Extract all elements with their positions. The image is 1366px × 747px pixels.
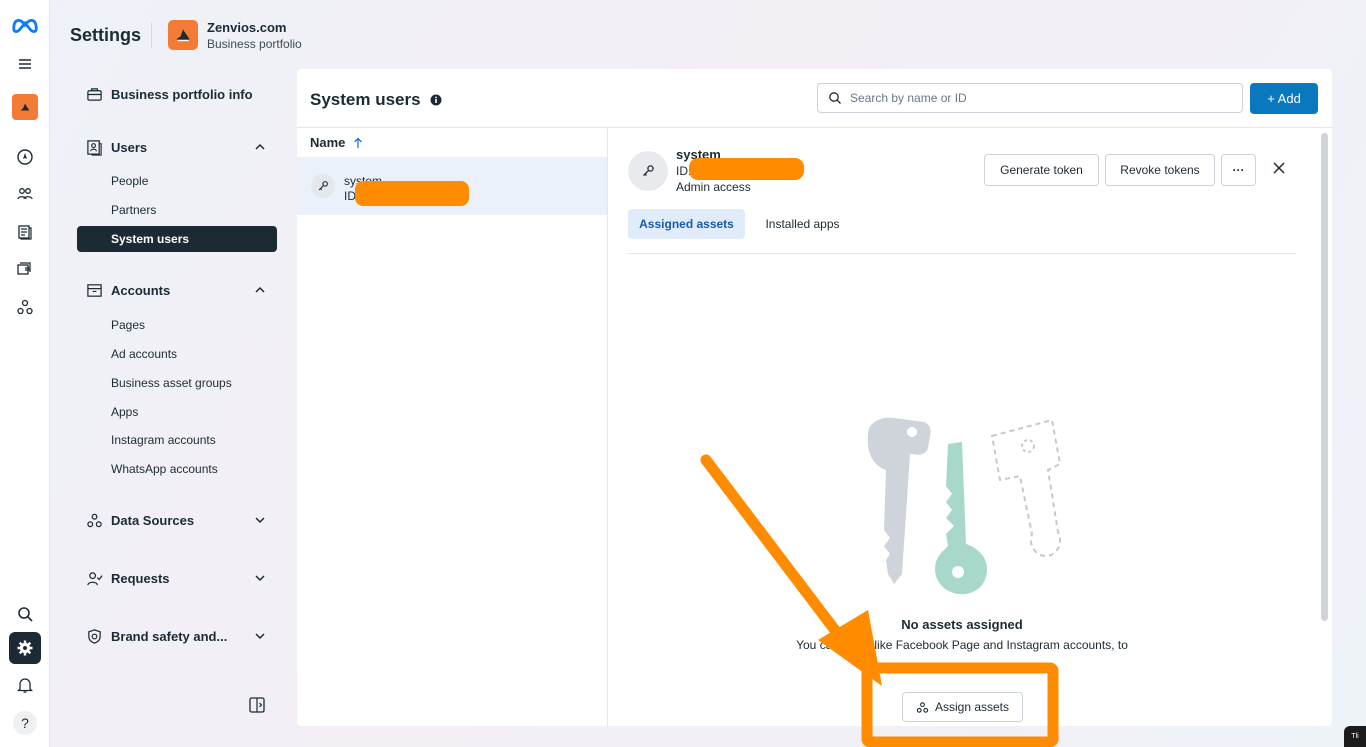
- settings-icon[interactable]: [9, 632, 41, 664]
- search-input[interactable]: Search by name or ID: [817, 83, 1243, 113]
- outline-key-icon: [990, 418, 1062, 558]
- section-title: System users: [310, 90, 442, 110]
- nav-label: Accounts: [111, 282, 171, 298]
- pages-icon[interactable]: [9, 216, 41, 248]
- nav-label: Users: [111, 139, 148, 155]
- collapse-sidebar-icon[interactable]: [248, 696, 266, 714]
- table-row[interactable]: system ID: [297, 157, 607, 215]
- grey-key-icon: [867, 417, 931, 584]
- network-icon[interactable]: [9, 291, 41, 323]
- nav-users[interactable]: Users: [84, 137, 274, 157]
- nav-business-portfolio-info[interactable]: Business portfolio info: [84, 84, 274, 104]
- shield-icon: [84, 626, 104, 646]
- page-title: Settings: [70, 25, 142, 45]
- data-sources-icon: [84, 510, 104, 530]
- assets-icon: [916, 701, 929, 713]
- business-subtitle: Business portfolio: [207, 37, 302, 51]
- nav-label: Business portfolio info: [111, 86, 253, 102]
- nav-label: Data Sources: [111, 512, 195, 528]
- redaction-box: [689, 158, 804, 180]
- revoke-tokens-button[interactable]: Revoke tokens: [1105, 154, 1215, 186]
- requests-icon: [84, 568, 104, 588]
- help-label: ?: [13, 711, 37, 735]
- chevron-down-icon: [255, 575, 265, 582]
- chevron-up-icon: [255, 143, 265, 150]
- nav-instagram-accounts[interactable]: Instagram accounts: [111, 433, 216, 447]
- more-options-button[interactable]: ···: [1221, 154, 1256, 186]
- add-button[interactable]: + Add: [1250, 83, 1318, 114]
- tab-assigned-assets[interactable]: Assigned assets: [628, 209, 745, 239]
- redaction-box: [355, 181, 469, 206]
- empty-state-title: No assets assigned: [901, 617, 1023, 632]
- nav-accounts[interactable]: Accounts: [84, 280, 274, 300]
- chevron-up-icon: [255, 286, 265, 293]
- users-icon: [84, 137, 104, 157]
- nav-people[interactable]: People: [111, 174, 148, 188]
- divider: [297, 127, 1332, 128]
- sort-ascending-icon: [354, 137, 363, 148]
- main-panel: System users Search by name or ID + Add …: [297, 69, 1332, 726]
- nav-ad-accounts[interactable]: Ad accounts: [111, 347, 177, 361]
- keys-illustration: [867, 417, 1062, 595]
- teal-key-icon: [935, 442, 988, 595]
- compass-icon[interactable]: [9, 141, 41, 173]
- nav-apps[interactable]: Apps: [111, 405, 138, 419]
- icon-rail: ?: [0, 0, 50, 747]
- catalog-icon[interactable]: [9, 253, 41, 285]
- scrollbar[interactable]: [1321, 133, 1328, 621]
- info-icon[interactable]: [430, 94, 442, 106]
- assign-assets-label: Assign assets: [934, 700, 1010, 714]
- chevron-down-icon: [255, 633, 265, 640]
- nav-pages[interactable]: Pages: [111, 318, 145, 332]
- nav-partners[interactable]: Partners: [111, 203, 156, 217]
- business-name[interactable]: Zenvios.com: [207, 20, 286, 35]
- key-icon: [628, 151, 668, 191]
- nav-business-asset-groups[interactable]: Business asset groups: [111, 376, 232, 390]
- menu-icon[interactable]: [9, 48, 41, 80]
- tab-installed-apps[interactable]: Installed apps: [755, 209, 850, 239]
- key-icon: [311, 174, 335, 198]
- people-icon[interactable]: [9, 178, 41, 210]
- detail-access: Admin access: [676, 180, 751, 194]
- column-label: Name: [310, 135, 346, 150]
- generate-token-button[interactable]: Generate token: [984, 154, 1099, 186]
- accounts-icon: [84, 280, 104, 300]
- nav-brand-safety[interactable]: Brand safety and...: [84, 626, 274, 646]
- section-title-text: System users: [310, 90, 421, 109]
- nav-data-sources[interactable]: Data Sources: [84, 510, 274, 530]
- help-icon[interactable]: ?: [9, 707, 41, 739]
- corner-badge: Tli: [1344, 726, 1366, 747]
- assign-assets-button[interactable]: Assign assets: [902, 692, 1023, 722]
- chevron-down-icon: [255, 517, 265, 524]
- nav-label: Requests: [111, 570, 170, 586]
- divider: [628, 253, 1296, 254]
- briefcase-icon: [84, 84, 104, 104]
- empty-state-description: You can as ts, like Facebook Page and In…: [796, 638, 1128, 652]
- nav-system-users[interactable]: System users: [77, 226, 277, 252]
- meta-logo-icon[interactable]: [9, 9, 41, 41]
- nav-label: Brand safety and...: [111, 628, 228, 644]
- search-icon: [829, 92, 841, 104]
- bell-icon[interactable]: [9, 669, 41, 701]
- close-icon[interactable]: [1271, 160, 1287, 176]
- business-avatar-icon[interactable]: [9, 91, 41, 123]
- nav-whatsapp-accounts[interactable]: WhatsApp accounts: [111, 462, 218, 476]
- search-placeholder: Search by name or ID: [850, 91, 967, 105]
- divider: [607, 127, 608, 726]
- nav-requests[interactable]: Requests: [84, 568, 274, 588]
- search-icon[interactable]: [9, 598, 41, 630]
- business-logo[interactable]: [168, 20, 198, 50]
- divider: [151, 22, 152, 48]
- column-header-name[interactable]: Name: [310, 135, 363, 150]
